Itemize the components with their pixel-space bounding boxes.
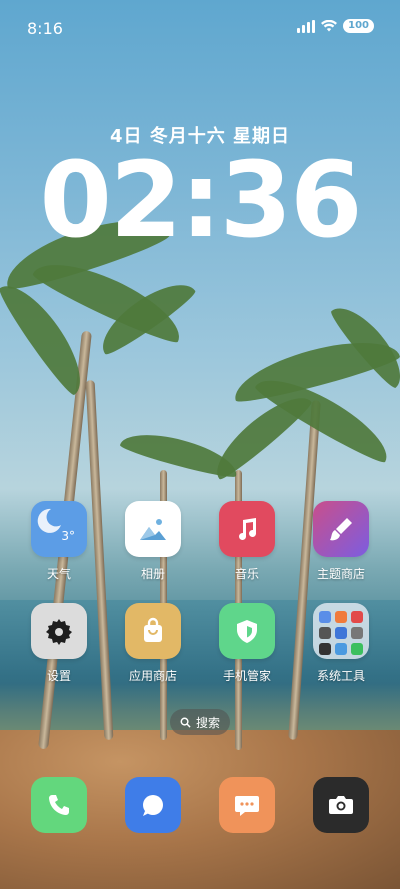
dock-camera[interactable]: [313, 777, 369, 833]
gear-icon: [31, 603, 87, 659]
search-label: 搜索: [195, 715, 220, 730]
weather-temp: 3°: [61, 529, 75, 543]
status-bar: 8:16 100: [0, 0, 400, 56]
app-label: 系统工具: [316, 669, 365, 683]
sms-icon: [235, 796, 259, 816]
lockscreen-clock[interactable]: 02:36: [0, 140, 400, 260]
battery-indicator: 100: [343, 19, 374, 33]
status-time: 8:16: [27, 19, 63, 38]
search-icon: [180, 717, 191, 728]
folder-icon: [313, 603, 369, 659]
search-button[interactable]: 搜索: [170, 709, 230, 735]
app-label: 音乐: [234, 567, 259, 581]
dock-sms[interactable]: [219, 777, 275, 833]
status-icons: 100: [297, 19, 374, 33]
brush-icon: [313, 501, 369, 557]
app-label: 应用商店: [128, 669, 177, 683]
shield-icon: [219, 603, 275, 659]
weather-icon: 3°: [31, 501, 87, 557]
app-label: 相册: [140, 567, 165, 581]
app-label: 手机管家: [222, 669, 271, 683]
app-label: 主题商店: [316, 567, 365, 581]
signal-icon: [297, 19, 316, 33]
app-label: 设置: [46, 669, 71, 683]
camera-icon: [329, 796, 353, 814]
music-note-icon: [219, 501, 275, 557]
dock-messages[interactable]: [125, 777, 181, 833]
app-music[interactable]: 音乐: [202, 501, 292, 582]
gallery-icon: [125, 501, 181, 557]
dock-phone[interactable]: [31, 777, 87, 833]
app-store[interactable]: 应用商店: [108, 603, 198, 684]
app-label: 天气: [46, 567, 71, 581]
app-weather[interactable]: 3° 天气: [14, 501, 104, 582]
app-gallery[interactable]: 相册: [108, 501, 198, 582]
wifi-icon: [321, 20, 338, 32]
phone-icon: [49, 795, 69, 815]
app-themes[interactable]: 主题商店: [296, 501, 386, 582]
app-security[interactable]: 手机管家: [202, 603, 292, 684]
folder-system-tools[interactable]: 系统工具: [296, 603, 386, 684]
app-settings[interactable]: 设置: [14, 603, 104, 684]
chat-bubble-icon: [143, 795, 163, 816]
shopping-bag-icon: [125, 603, 181, 659]
